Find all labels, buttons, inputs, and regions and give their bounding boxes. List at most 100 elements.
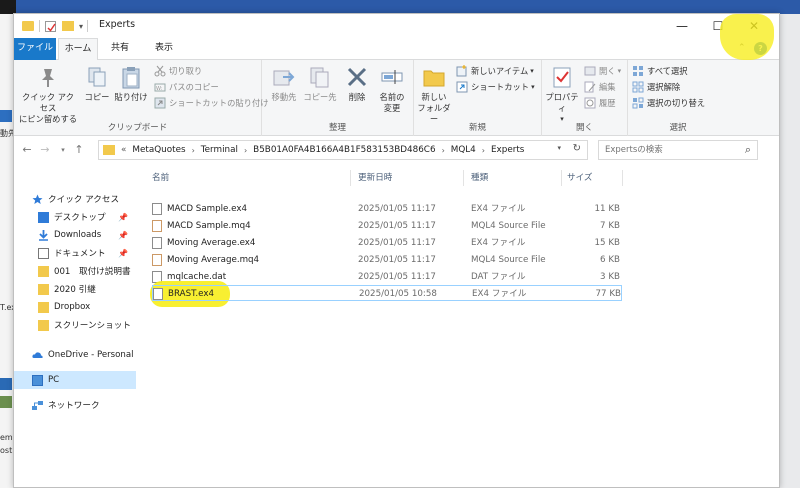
forward-arrow-icon[interactable]: → bbox=[38, 142, 52, 158]
column-divider[interactable] bbox=[350, 170, 351, 186]
minimize-button[interactable]: — bbox=[664, 14, 700, 38]
breadcrumb-chevron-icon[interactable]: › bbox=[442, 146, 445, 155]
nav-item-folder-001[interactable]: 001 取付け説明書 bbox=[14, 262, 136, 280]
refresh-icon[interactable]: ↻ bbox=[573, 143, 581, 154]
tab-home[interactable]: ホーム bbox=[58, 38, 98, 61]
copy-path-icon: W: bbox=[154, 81, 166, 93]
file-row[interactable]: Moving Average.mq4 2025/01/05 11:17 MQL4… bbox=[152, 252, 622, 268]
new-folder-icon bbox=[421, 64, 447, 90]
breadcrumb-chevron-icon[interactable]: › bbox=[244, 146, 247, 155]
column-divider[interactable] bbox=[463, 170, 464, 186]
shortcut-button[interactable]: ショートカット ▾ bbox=[456, 80, 535, 94]
column-header-size[interactable]: サイズ bbox=[567, 170, 593, 186]
file-row[interactable]: MACD Sample.mq4 2025/01/05 11:17 MQL4 So… bbox=[152, 218, 622, 234]
nav-item-pc[interactable]: PC bbox=[14, 371, 136, 389]
tab-file[interactable]: ファイル bbox=[14, 38, 56, 60]
column-divider[interactable] bbox=[622, 170, 623, 186]
organize-group-label: 整理 bbox=[328, 123, 346, 133]
column-header-name[interactable]: 名前 bbox=[152, 170, 169, 186]
file-size: 3 KB bbox=[600, 272, 620, 282]
address-overflow[interactable]: « bbox=[121, 145, 126, 155]
pin-icon bbox=[35, 64, 61, 90]
pin-icon: 📌 bbox=[118, 248, 128, 258]
pin-quick-access-button[interactable]: クイック アクセス にピン留めする bbox=[18, 64, 78, 125]
mq4-source-file-icon bbox=[152, 254, 162, 266]
desktop-icon-tile[interactable] bbox=[0, 378, 12, 390]
edit-label: 編集 bbox=[599, 82, 616, 92]
tab-share[interactable]: 共有 bbox=[102, 38, 138, 60]
delete-label: 削除 bbox=[348, 92, 366, 102]
paste-button[interactable]: 貼り付け bbox=[112, 64, 150, 103]
invert-selection-button[interactable]: 選択の切り替え bbox=[632, 96, 705, 110]
open-button[interactable]: 開く ▾ bbox=[584, 64, 621, 78]
edit-button[interactable]: 編集 bbox=[584, 80, 616, 94]
nav-item-desktop[interactable]: デスクトップ 📌 bbox=[14, 208, 136, 226]
desktop-icon-tile[interactable] bbox=[0, 110, 12, 122]
column-header-type[interactable]: 種類 bbox=[471, 170, 488, 186]
breadcrumb-chevron-icon[interactable]: › bbox=[192, 146, 195, 155]
column-divider[interactable] bbox=[561, 170, 562, 186]
file-type: EX4 ファイル bbox=[471, 204, 526, 214]
search-input[interactable] bbox=[605, 141, 735, 159]
cut-button[interactable]: 切り取り bbox=[154, 64, 202, 78]
copy-button[interactable]: コピー bbox=[82, 64, 112, 103]
select-group-label: 選択 bbox=[669, 123, 687, 133]
file-type: EX4 ファイル bbox=[472, 289, 527, 299]
select-all-icon bbox=[632, 65, 644, 77]
breadcrumb-terminal[interactable]: Terminal bbox=[201, 145, 238, 155]
open-group-label: 開く bbox=[575, 123, 593, 133]
back-arrow-icon[interactable]: ← bbox=[20, 142, 34, 158]
recent-locations-chevron-icon[interactable]: ▾ bbox=[56, 142, 70, 158]
nav-item-downloads[interactable]: Downloads 📌 bbox=[14, 226, 136, 244]
nav-item-dropbox[interactable]: Dropbox bbox=[14, 298, 136, 316]
breadcrumb-metaquotes[interactable]: MetaQuotes bbox=[132, 145, 185, 155]
new-group: 新しい フォルダー 新しいアイテム ▾ ショートカット ▾ 新規 bbox=[414, 60, 542, 136]
nav-item-quick-access[interactable]: クイック アクセス bbox=[14, 190, 136, 208]
rename-label-2: 変更 bbox=[383, 103, 401, 113]
desktop-icon-tile[interactable] bbox=[0, 396, 12, 408]
file-date: 2025/01/05 11:17 bbox=[358, 238, 436, 248]
delete-button[interactable]: 削除 bbox=[342, 64, 372, 103]
select-all-button[interactable]: すべて選択 bbox=[632, 64, 688, 78]
address-box[interactable]: « MetaQuotes › Terminal › B5B01A0FA4B166A4… bbox=[98, 140, 588, 160]
properties-button[interactable]: プロパティ ▾ bbox=[544, 64, 580, 125]
folder-icon bbox=[38, 319, 49, 331]
ex4-file-icon bbox=[152, 203, 162, 215]
file-row[interactable]: Moving Average.ex4 2025/01/05 11:17 EX4 … bbox=[152, 235, 622, 251]
properties-check-icon[interactable] bbox=[45, 20, 56, 32]
breadcrumb-chevron-icon[interactable]: › bbox=[482, 146, 485, 155]
copy-path-button[interactable]: W: パスのコピー bbox=[154, 80, 219, 94]
history-button[interactable]: 履歴 bbox=[584, 96, 616, 110]
up-arrow-icon[interactable]: ↑ bbox=[72, 142, 86, 158]
star-icon bbox=[32, 194, 43, 205]
move-to-button[interactable]: 移動先 bbox=[266, 64, 302, 103]
address-dropdown-icon[interactable]: ▾ bbox=[557, 144, 561, 152]
new-item-button[interactable]: 新しいアイテム ▾ bbox=[456, 64, 534, 78]
nav-item-onedrive[interactable]: OneDrive - Personal bbox=[14, 346, 136, 364]
nav-item-folder-2020[interactable]: 2020 引継 bbox=[14, 280, 136, 298]
select-none-button[interactable]: 選択解除 bbox=[632, 80, 680, 94]
column-header-date[interactable]: 更新日時 bbox=[358, 170, 392, 186]
copy-to-button[interactable]: コピー先 bbox=[302, 64, 338, 103]
search-icon[interactable]: ⌕ bbox=[745, 143, 751, 157]
nav-item-network[interactable]: ネットワーク bbox=[14, 396, 136, 414]
tab-view[interactable]: 表示 bbox=[144, 38, 184, 60]
rename-button[interactable]: 名前の 変更 bbox=[374, 64, 410, 114]
dropdown-arrow-icon: ▾ bbox=[617, 67, 622, 75]
nav-item-screenshots[interactable]: スクリーンショット bbox=[14, 316, 136, 334]
file-size: 77 KB bbox=[595, 289, 621, 299]
file-row[interactable]: MACD Sample.ex4 2025/01/05 11:17 EX4 ファイ… bbox=[152, 201, 622, 217]
select-none-icon bbox=[632, 81, 644, 93]
navigation-pane: クイック アクセス デスクトップ 📌 Downloads 📌 ドキュメント 📌 … bbox=[14, 164, 136, 487]
new-folder-quick-icon[interactable] bbox=[62, 21, 74, 31]
nav-item-documents[interactable]: ドキュメント 📌 bbox=[14, 244, 136, 262]
breadcrumb-mql4[interactable]: MQL4 bbox=[451, 145, 476, 155]
desktop-icon bbox=[38, 211, 49, 223]
new-folder-button[interactable]: 新しい フォルダー bbox=[416, 64, 452, 125]
customize-quick-access-icon[interactable]: ▾ bbox=[79, 22, 83, 31]
paste-shortcut-button[interactable]: ショートカットの貼り付け bbox=[154, 96, 269, 110]
file-row[interactable]: BRAST.ex4 2025/01/05 10:58 EX4 ファイル 77 K… bbox=[152, 285, 622, 301]
breadcrumb-terminal-id[interactable]: B5B01A0FA4B166A4B1F583153BD486C6 bbox=[253, 145, 435, 155]
breadcrumb-experts[interactable]: Experts bbox=[491, 145, 524, 155]
pin-icon: 📌 bbox=[118, 230, 128, 240]
